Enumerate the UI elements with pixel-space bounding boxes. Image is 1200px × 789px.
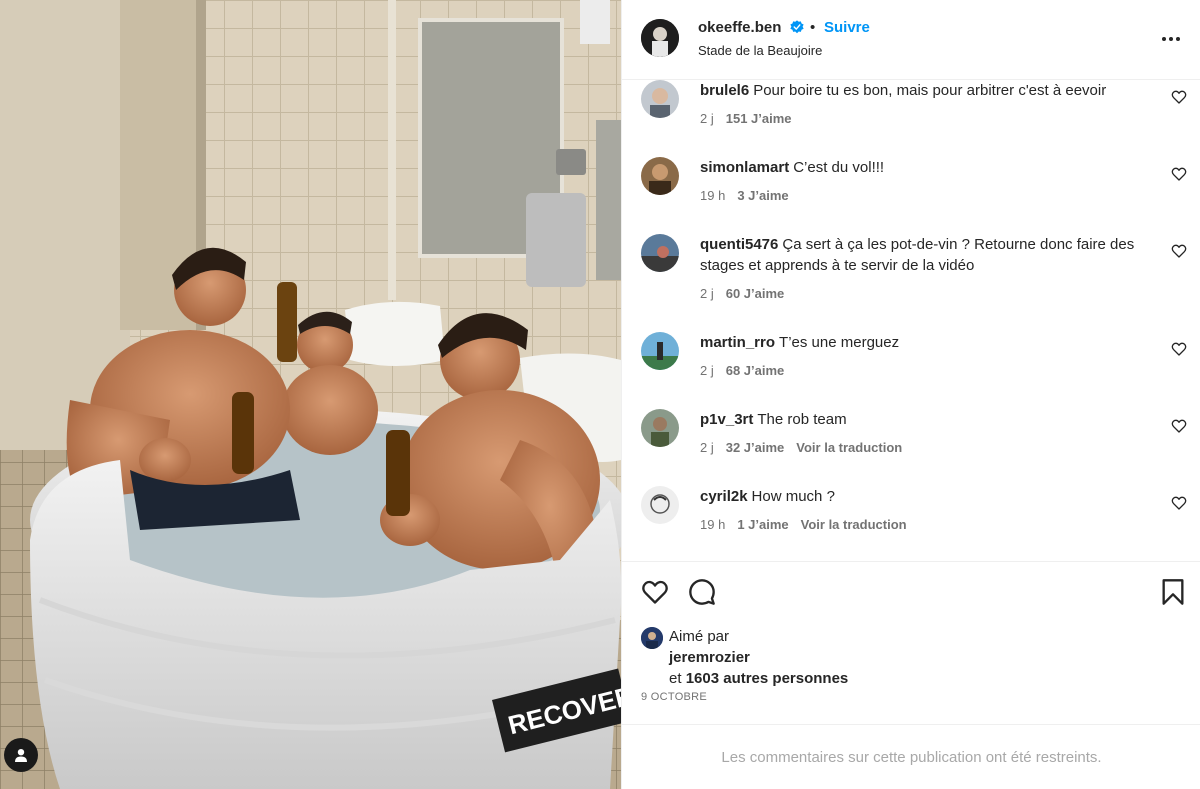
heart-icon[interactable] <box>1171 166 1187 182</box>
commenter-avatar[interactable] <box>641 409 679 447</box>
see-translation-link[interactable]: Voir la traduction <box>796 440 902 455</box>
like-heart-icon[interactable] <box>641 578 669 606</box>
author-avatar[interactable] <box>641 19 679 57</box>
comments-list[interactable]: brulel6 Pour boire tu es bon, mais pour a… <box>622 80 1200 560</box>
verified-icon <box>790 20 804 34</box>
commenter-avatar[interactable] <box>641 332 679 370</box>
liked-by-others: et 1603 autres personnes <box>669 670 848 687</box>
commenter-username[interactable]: quenti5476 <box>700 236 778 253</box>
comment-icon[interactable] <box>688 578 716 606</box>
comment-text: T’es une merguez <box>779 334 900 351</box>
comment-likes[interactable]: 32 J’aime <box>726 440 785 455</box>
more-options-icon[interactable] <box>1160 28 1182 50</box>
comment-time[interactable]: 2 j <box>700 286 714 301</box>
commenter-username[interactable]: cyril2k <box>700 488 748 505</box>
comment-likes[interactable]: 151 J’aime <box>726 111 792 126</box>
comment-time[interactable]: 19 h <box>700 517 725 532</box>
commenter-avatar[interactable] <box>641 234 679 272</box>
post-date[interactable]: 9 OCTOBRE <box>641 691 707 703</box>
commenter-avatar[interactable] <box>641 80 679 118</box>
bookmark-icon[interactable] <box>1159 578 1187 606</box>
heart-icon[interactable] <box>1171 418 1187 434</box>
commenter-username[interactable]: martin_rro <box>700 334 775 351</box>
comment-text: The rob team <box>757 411 847 428</box>
comment-restriction-bar: Les commentaires sur cette publication o… <box>622 724 1200 789</box>
commenter-username[interactable]: brulel6 <box>700 82 749 99</box>
liker-avatar[interactable] <box>641 627 663 649</box>
post-location[interactable]: Stade de la Beaujoire <box>698 43 822 58</box>
commenter-username[interactable]: simonlamart <box>700 159 789 176</box>
user-tag-icon <box>15 749 27 762</box>
restricted-notice: Les commentaires sur cette publication o… <box>721 749 1102 766</box>
heart-icon[interactable] <box>1171 89 1187 105</box>
others-prefix: et <box>669 670 682 687</box>
comment-likes[interactable]: 60 J’aime <box>726 286 785 301</box>
comment-text: Pour boire tu es bon, mais pour arbitrer… <box>753 82 1107 99</box>
post-side-panel: okeeffe.ben • Suivre Stade de la Beaujoi… <box>621 0 1200 789</box>
comment-time[interactable]: 2 j <box>700 363 714 378</box>
post-photo[interactable]: RECOVERY <box>0 0 621 789</box>
liked-by-user[interactable]: jeremrozier <box>669 649 750 666</box>
post-actions: Aimé par jeremrozier et 1603 autres pers… <box>622 561 1200 789</box>
heart-icon[interactable] <box>1171 495 1187 511</box>
commenter-avatar[interactable] <box>641 157 679 195</box>
see-translation-link[interactable]: Voir la traduction <box>801 517 907 532</box>
comment-likes[interactable]: 3 J’aime <box>737 188 788 203</box>
commenter-avatar[interactable] <box>641 486 679 524</box>
liked-by-label: Aimé par <box>669 628 730 645</box>
heart-icon[interactable] <box>1171 243 1187 259</box>
follow-button[interactable]: Suivre <box>824 19 870 36</box>
comment-text: How much ? <box>751 488 835 505</box>
commenter-username[interactable]: p1v_3rt <box>700 411 753 428</box>
comment-text: C’est du vol!!! <box>793 159 885 176</box>
author-username[interactable]: okeeffe.ben <box>698 19 781 36</box>
comment-time[interactable]: 19 h <box>700 188 725 203</box>
user-tag-button[interactable] <box>4 738 38 772</box>
others-count-link[interactable]: 1603 autres personnes <box>686 670 849 687</box>
comment-likes[interactable]: 68 J’aime <box>726 363 785 378</box>
comment-likes[interactable]: 1 J’aime <box>737 517 788 532</box>
post-header: okeeffe.ben • Suivre Stade de la Beaujoi… <box>622 0 1200 80</box>
heart-icon[interactable] <box>1171 341 1187 357</box>
separator-dot: • <box>810 19 816 36</box>
post-image: RECOVERY <box>0 0 621 789</box>
comment-time[interactable]: 2 j <box>700 111 714 126</box>
comment-time[interactable]: 2 j <box>700 440 714 455</box>
